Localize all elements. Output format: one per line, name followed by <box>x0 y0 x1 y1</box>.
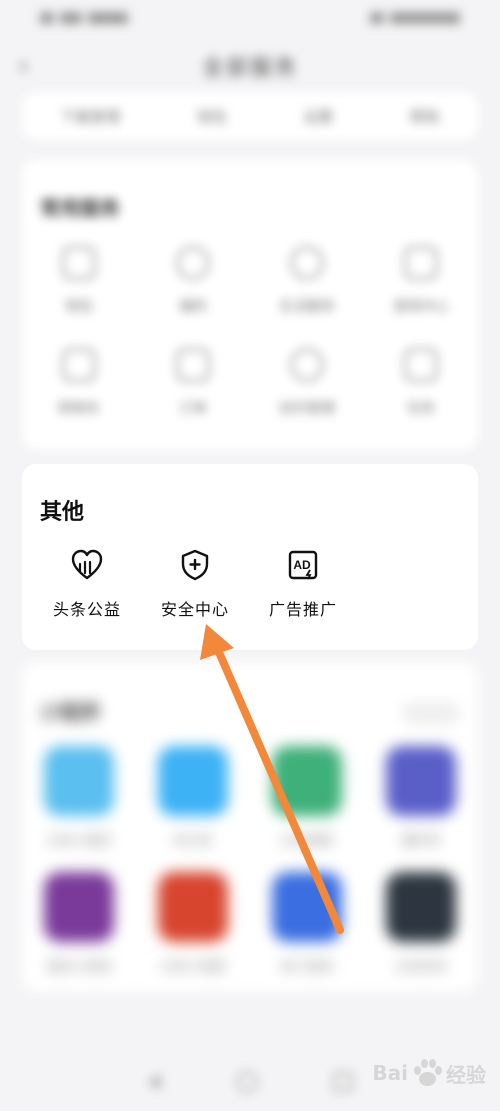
nav-back-icon[interactable] <box>147 1072 162 1091</box>
mini-app[interactable]: 头条小视频 <box>143 872 243 975</box>
section-title: 其他 <box>40 500 85 525</box>
task-icon <box>404 348 438 382</box>
common-services-card: 常用服务 钱包 福利 生活服务 游戏中心 购物车 订单 创作管理 任务 <box>22 160 478 450</box>
app-icon <box>386 746 456 816</box>
top-item[interactable]: 钱包 <box>197 106 227 127</box>
watermark-brand: Bai <box>372 1061 408 1085</box>
common-row-2: 购物车 订单 创作管理 任务 <box>22 348 478 418</box>
status-bar <box>0 0 500 36</box>
svg-text:AD: AD <box>293 558 311 572</box>
section-title: 常用服务 <box>40 196 120 220</box>
app-icon <box>386 872 456 942</box>
create-icon <box>290 348 324 382</box>
status-right <box>370 12 460 24</box>
top-item[interactable]: 设置 <box>303 106 333 127</box>
charity-button[interactable]: 头条公益 <box>37 548 137 620</box>
common-row-1: 钱包 福利 生活服务 游戏中心 <box>22 246 478 316</box>
mini-row-1: 头条小程序 听头条 头条搜索 懂车帝 <box>22 746 478 849</box>
page-header: ‹ 全部服务 <box>0 38 500 94</box>
security-center-label: 安全中心 <box>160 600 229 619</box>
page-title: 全部服务 <box>201 56 298 81</box>
app-icon <box>158 746 228 816</box>
service-item[interactable]: 游戏中心 <box>371 246 471 316</box>
mini-row-2: 我的小游戏 头条小视频 热门游戏 头条读书 <box>22 872 478 975</box>
app-icon <box>44 746 114 816</box>
ad-icon: AD <box>288 550 318 580</box>
ad-promotion-label: 广告推广 <box>268 600 337 619</box>
signal-icon <box>40 12 54 24</box>
cart-icon <box>62 348 96 382</box>
security-center-button[interactable]: 安全中心 <box>145 548 245 620</box>
battery-icon <box>390 12 460 24</box>
status-left <box>40 12 128 24</box>
app-icon <box>44 872 114 942</box>
mini-programs-card: 小程序 头条小程序 听头条 头条搜索 懂车帝 我的小游戏 头条小视频 热门游戏 … <box>22 662 478 992</box>
mini-app[interactable]: 热门游戏 <box>257 872 357 975</box>
nav-recents-icon[interactable] <box>332 1071 353 1092</box>
service-item[interactable]: 购物车 <box>29 348 129 418</box>
more-button[interactable] <box>402 702 460 724</box>
shield-plus-icon <box>181 549 209 581</box>
life-icon <box>290 246 324 280</box>
status-left-text <box>88 12 128 24</box>
service-item[interactable]: 创作管理 <box>257 348 357 418</box>
nav-home-icon[interactable] <box>235 1070 258 1093</box>
top-item[interactable]: 帮助 <box>410 106 440 127</box>
back-icon[interactable]: ‹ <box>18 52 42 80</box>
service-item[interactable]: 任务 <box>371 348 471 418</box>
charity-label: 头条公益 <box>52 600 121 619</box>
app-icon <box>272 746 342 816</box>
service-item[interactable]: 订单 <box>143 348 243 418</box>
app-icon <box>158 872 228 942</box>
service-item[interactable]: 生活服务 <box>257 246 357 316</box>
mini-app[interactable]: 听头条 <box>143 746 243 849</box>
mini-app[interactable]: 头条搜索 <box>257 746 357 849</box>
service-item[interactable]: 钱包 <box>29 246 129 316</box>
game-icon <box>404 246 438 280</box>
app-icon <box>272 872 342 942</box>
mini-app[interactable]: 头条读书 <box>371 872 471 975</box>
wifi-icon <box>370 12 384 24</box>
ad-promotion-button[interactable]: AD 广告推广 <box>253 548 353 620</box>
section-title: 小程序 <box>40 700 100 724</box>
paw-icon <box>412 1058 442 1088</box>
mini-app[interactable]: 头条小程序 <box>29 746 129 849</box>
watermark-suffix: 经验 <box>446 1062 486 1087</box>
network-icon <box>60 12 82 24</box>
mini-app[interactable]: 懂车帝 <box>371 746 471 849</box>
mini-app[interactable]: 我的小游戏 <box>29 872 129 975</box>
gift-icon <box>176 246 210 280</box>
order-icon <box>176 348 210 382</box>
wallet-icon <box>62 246 96 280</box>
charity-heart-icon <box>71 549 103 580</box>
top-row-card: 下载管理 钱包 设置 帮助 <box>22 92 478 140</box>
top-item[interactable]: 下载管理 <box>60 106 120 127</box>
service-item[interactable]: 福利 <box>143 246 243 316</box>
baidu-watermark: Bai 经验 <box>372 1058 486 1088</box>
